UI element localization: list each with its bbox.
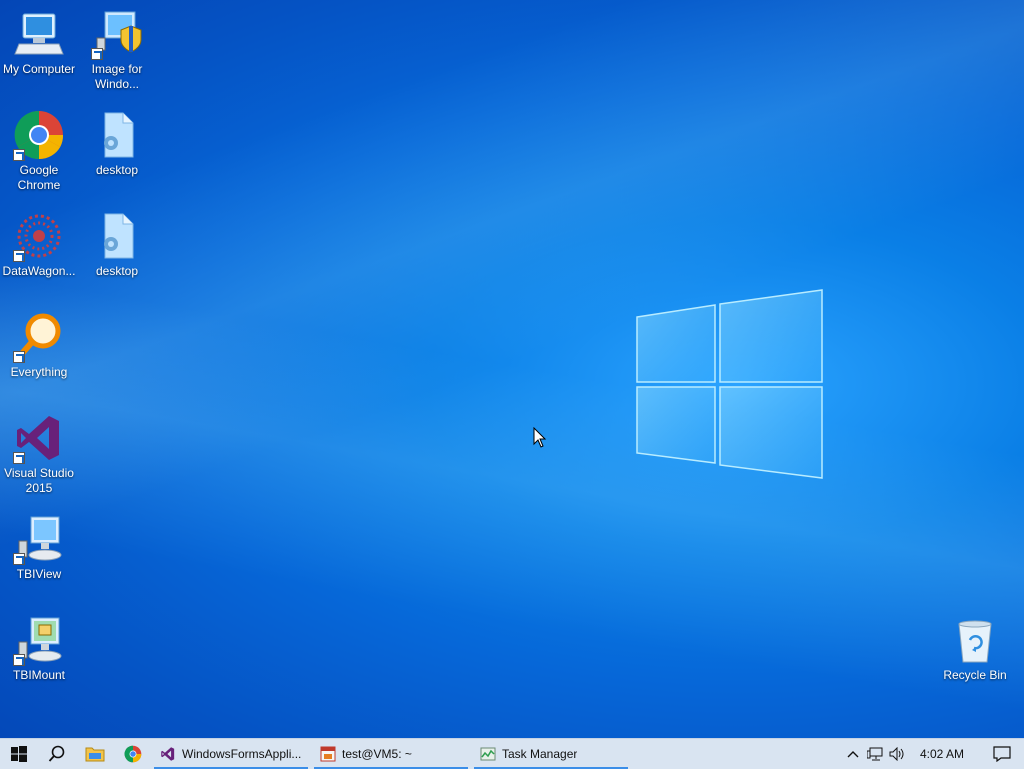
desktop-icon-label: Image for Windo... <box>91 62 143 91</box>
desktop-icon-label: Everything <box>10 365 68 379</box>
chevron-up-icon <box>847 751 859 758</box>
everything-search-icon <box>13 311 65 363</box>
taskbar: WindowsFormsAppli... test@VM5: ~ Task Ma… <box>0 738 1024 769</box>
chrome-icon <box>124 745 142 763</box>
desktop-icon-google-chrome[interactable]: Google Chrome <box>0 103 78 193</box>
computer-icon <box>13 8 65 60</box>
desktop-icon-label: Google Chrome <box>17 163 61 192</box>
clock[interactable]: 4:02 AM <box>908 747 980 761</box>
desktop-icon-label: Recycle Bin <box>943 668 1007 682</box>
shortcut-arrow-icon <box>13 250 25 262</box>
start-icon <box>11 746 27 762</box>
shortcut-arrow-icon <box>13 452 25 464</box>
taskbar-task-task-manager[interactable]: Task Manager <box>474 739 628 769</box>
file-explorer-icon <box>85 747 105 762</box>
desktop-icon-image-for-windows[interactable]: Image for Windo... <box>78 2 156 92</box>
desktop-icon-desktop-ini-2[interactable]: desktop <box>78 204 156 279</box>
chrome-taskbar-button[interactable] <box>114 739 152 769</box>
taskbar-task-windowsforms[interactable]: WindowsFormsAppli... <box>154 739 308 769</box>
task-label: test@VM5: ~ <box>342 747 412 761</box>
visual-studio-icon <box>13 412 65 464</box>
desktop-icon-label: TBIView <box>16 567 62 581</box>
chrome-icon <box>13 109 65 161</box>
recycle-bin-icon <box>949 614 1001 666</box>
tbiview-icon <box>13 513 65 565</box>
volume-tray-button[interactable] <box>886 739 908 769</box>
desktop-icon-label: Visual Studio 2015 <box>4 466 74 495</box>
shortcut-arrow-icon <box>13 553 25 565</box>
datawagon-icon <box>13 210 65 262</box>
desktop-icon-label: DataWagon... <box>2 264 76 278</box>
desktop-icon-tbimount[interactable]: TBIMount <box>0 608 78 683</box>
desktop-icon-tbiview[interactable]: TBIView <box>0 507 78 582</box>
task-label: Task Manager <box>502 747 578 761</box>
windows-logo-wallpaper <box>636 289 823 479</box>
config-file-icon <box>91 210 143 262</box>
shortcut-arrow-icon <box>13 654 25 666</box>
show-hidden-icons-button[interactable] <box>842 739 864 769</box>
action-center-icon <box>993 746 1011 762</box>
search-button[interactable] <box>38 739 76 769</box>
start-button[interactable] <box>0 739 38 769</box>
desktop-icon-recycle-bin[interactable]: Recycle Bin <box>936 608 1014 683</box>
system-tray: 4:02 AM <box>842 739 1024 769</box>
desktop-icon-label: My Computer <box>2 62 76 76</box>
shortcut-arrow-icon <box>91 48 103 60</box>
desktop-icon-everything[interactable]: Everything <box>0 305 78 380</box>
mouse-cursor-icon <box>533 427 547 448</box>
terminal-icon <box>320 746 336 762</box>
desktop-icon-visual-studio-2015[interactable]: Visual Studio 2015 <box>0 406 78 496</box>
desktop-icon-label: desktop <box>95 264 139 278</box>
config-file-icon <box>91 109 143 161</box>
visual-studio-icon <box>161 747 175 761</box>
tbimount-icon <box>13 614 65 666</box>
desktop-icon-my-computer[interactable]: My Computer <box>0 2 78 77</box>
desktop-icon-label: desktop <box>95 163 139 177</box>
task-manager-icon <box>480 747 496 761</box>
desktop-icon-datawagon[interactable]: DataWagon... <box>0 204 78 279</box>
action-center-button[interactable] <box>980 739 1024 769</box>
shortcut-arrow-icon <box>13 149 25 161</box>
image-for-windows-icon <box>91 8 143 60</box>
taskbar-task-terminal[interactable]: test@VM5: ~ <box>314 739 468 769</box>
volume-icon <box>889 747 904 761</box>
task-label: WindowsFormsAppli... <box>182 747 302 761</box>
desktop-icon-desktop-ini-1[interactable]: desktop <box>78 103 156 178</box>
desktop-icon-label: TBIMount <box>12 668 66 682</box>
shortcut-arrow-icon <box>13 351 25 363</box>
search-icon <box>48 745 65 762</box>
network-tray-button[interactable] <box>864 739 886 769</box>
network-icon <box>866 747 883 761</box>
file-explorer-button[interactable] <box>76 739 114 769</box>
